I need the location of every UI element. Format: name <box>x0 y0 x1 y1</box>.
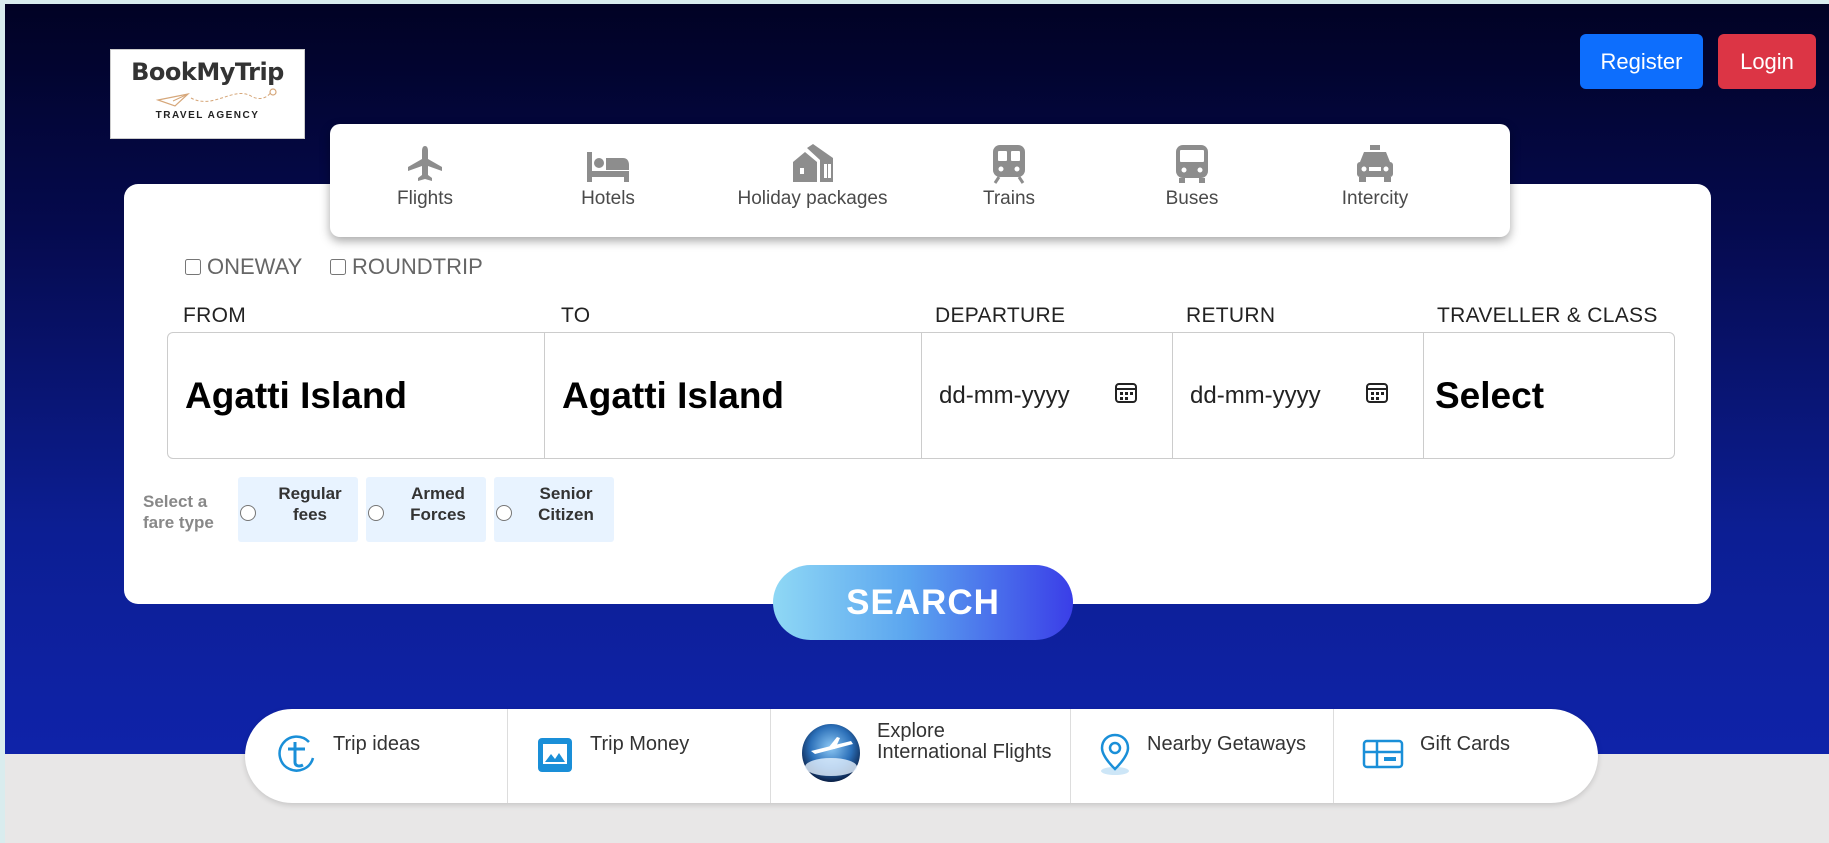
quick-link-trip-ideas[interactable]: Trip ideas <box>245 709 508 803</box>
return-date-input[interactable]: dd-mm-yyyy <box>1173 333 1424 458</box>
gift-card-icon <box>1362 739 1404 769</box>
tab-buses[interactable]: Buses <box>1137 124 1247 237</box>
tab-flights[interactable]: Flights <box>370 124 480 237</box>
fare-option-label: Regular fees <box>278 484 342 524</box>
departure-date-placeholder: dd-mm-yyyy <box>939 381 1070 409</box>
roundtrip-label: ROUNDTRIP <box>352 254 483 279</box>
tab-label: Buses <box>1165 188 1219 209</box>
oneway-label: ONEWAY <box>207 254 303 279</box>
page-frame: BookMyTrip TRAVEL AGENCY Register Login … <box>5 4 1829 843</box>
calendar-icon[interactable] <box>1365 380 1389 404</box>
location-pin-icon <box>1100 733 1130 775</box>
tab-label: Trains <box>982 188 1036 209</box>
paper-plane-icon <box>155 88 277 107</box>
trip-ideas-icon <box>278 735 315 772</box>
fare-radio[interactable] <box>496 505 512 521</box>
quick-link-label: Trip Money <box>590 733 690 755</box>
bus-icon <box>1176 145 1208 183</box>
fare-type-label-text: Select a fare type <box>143 492 214 532</box>
houses-icon <box>792 144 833 182</box>
quick-link-international-flights[interactable]: Explore International Flights <box>771 709 1071 803</box>
tab-label: Intercity <box>1341 188 1409 209</box>
from-field[interactable]: Agatti Island <box>168 333 545 458</box>
fare-radio[interactable] <box>368 505 384 521</box>
traveller-class-select[interactable]: Select <box>1424 333 1674 458</box>
tab-holiday-packages[interactable]: Holiday packages <box>730 124 895 237</box>
return-label: RETURN <box>1186 304 1276 327</box>
logo-tagline: TRAVEL AGENCY <box>155 110 260 121</box>
tab-hotels[interactable]: Hotels <box>553 124 663 237</box>
from-label: FROM <box>183 304 247 327</box>
taxi-icon <box>1357 145 1393 182</box>
quick-link-gift-cards[interactable]: Gift Cards <box>1334 709 1598 803</box>
fare-radio[interactable] <box>240 505 256 521</box>
return-date-placeholder: dd-mm-yyyy <box>1190 381 1321 409</box>
to-field[interactable]: Agatti Island <box>545 333 922 458</box>
bed-icon <box>587 152 629 182</box>
quick-link-nearby-getaways[interactable]: Nearby Getaways <box>1071 709 1334 803</box>
globe-plane-icon <box>802 724 860 782</box>
tab-label: Hotels <box>581 188 635 209</box>
fare-option-senior-citizen[interactable]: Senior Citizen <box>494 477 614 542</box>
oneway-option[interactable]: ONEWAY <box>185 254 302 280</box>
calendar-icon[interactable] <box>1114 380 1138 404</box>
plane-icon <box>408 146 442 181</box>
oneway-checkbox[interactable] <box>185 259 201 275</box>
quick-link-label: Trip ideas <box>333 733 421 755</box>
tab-label: Flights <box>397 188 453 209</box>
quick-link-label: Explore International Flights <box>877 720 1052 763</box>
tab-label: Holiday packages <box>737 188 888 209</box>
search-button[interactable]: SEARCH <box>773 565 1073 640</box>
fare-option-regular[interactable]: Regular fees <box>238 477 358 542</box>
quick-link-trip-money[interactable]: Trip Money <box>508 709 771 803</box>
quick-link-label: Nearby Getaways <box>1147 733 1306 755</box>
tab-trains[interactable]: Trains <box>954 124 1064 237</box>
to-label: TO <box>561 304 591 327</box>
search-fields: Agatti Island Agatti Island dd-mm-yyyy d… <box>167 332 1675 459</box>
service-tabs: Flights Hotels Holiday packages Trains B… <box>330 124 1510 237</box>
quick-links-bar: Trip ideas Trip Money Explore Internatio… <box>245 709 1598 803</box>
quick-link-label: Gift Cards <box>1420 733 1511 755</box>
logo-brand: BookMyTrip <box>131 58 284 86</box>
train-icon <box>993 145 1025 184</box>
roundtrip-option[interactable]: ROUNDTRIP <box>330 254 483 280</box>
tab-intercity[interactable]: Intercity <box>1320 124 1430 237</box>
roundtrip-checkbox[interactable] <box>330 259 346 275</box>
logo[interactable]: BookMyTrip TRAVEL AGENCY <box>110 49 305 139</box>
login-button[interactable]: Login <box>1718 34 1816 89</box>
fare-option-armed-forces[interactable]: Armed Forces <box>366 477 486 542</box>
fare-option-label: Armed Forces <box>410 484 466 524</box>
fare-type-label: Select a fare type <box>143 491 233 533</box>
departure-date-input[interactable]: dd-mm-yyyy <box>922 333 1173 458</box>
trip-money-icon <box>538 738 572 772</box>
register-button[interactable]: Register <box>1580 34 1703 89</box>
fare-option-label: Senior Citizen <box>538 484 594 524</box>
departure-label: DEPARTURE <box>935 304 1066 327</box>
traveller-class-label: TRAVELLER & CLASS <box>1437 304 1658 327</box>
